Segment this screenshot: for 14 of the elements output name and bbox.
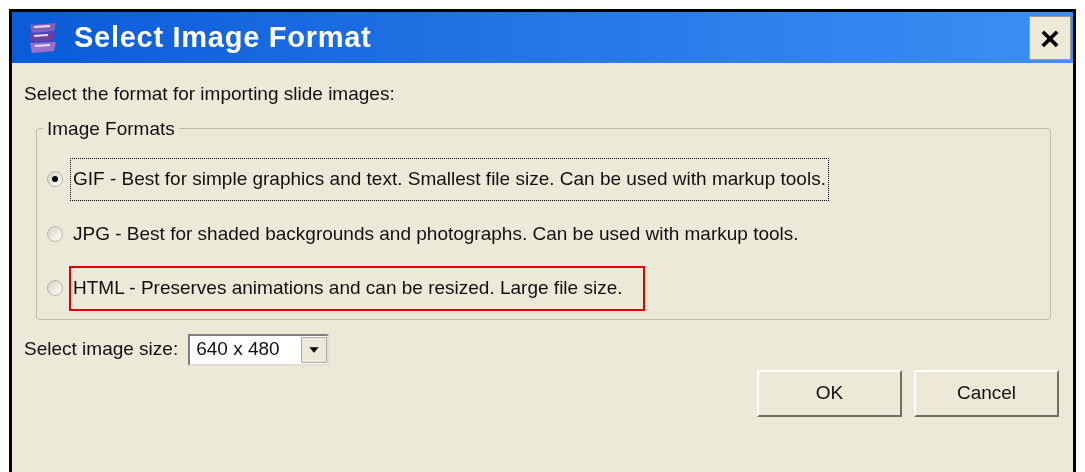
dialog-button[interactable]: OK [757, 369, 902, 417]
dialog-button[interactable]: Cancel [914, 369, 1059, 417]
radio-button[interactable] [47, 225, 63, 242]
image-size-label: Select image size: [24, 337, 179, 362]
group-label: Image Formats [46, 116, 176, 141]
close-button[interactable]: × [1029, 15, 1071, 60]
format-option-label[interactable]: JPG - Best for shaded backgrounds and photographs. Can be used with markup tools. [71, 213, 801, 254]
radio-button[interactable] [47, 280, 63, 297]
window-title: Select Image Format [74, 19, 372, 55]
prompt-text: Select the format for importing slide images: [24, 82, 395, 106]
format-option-label[interactable]: HTML - Preserves animations and can be resized. Large file size. [71, 268, 643, 309]
radio-button[interactable] [47, 171, 63, 188]
format-option-label[interactable]: GIF - Best for simple graphics and text. Smallest file size. Can be used with markup tools. [71, 159, 828, 200]
image-size-dropdown[interactable]: 640 x 480 [188, 333, 330, 366]
